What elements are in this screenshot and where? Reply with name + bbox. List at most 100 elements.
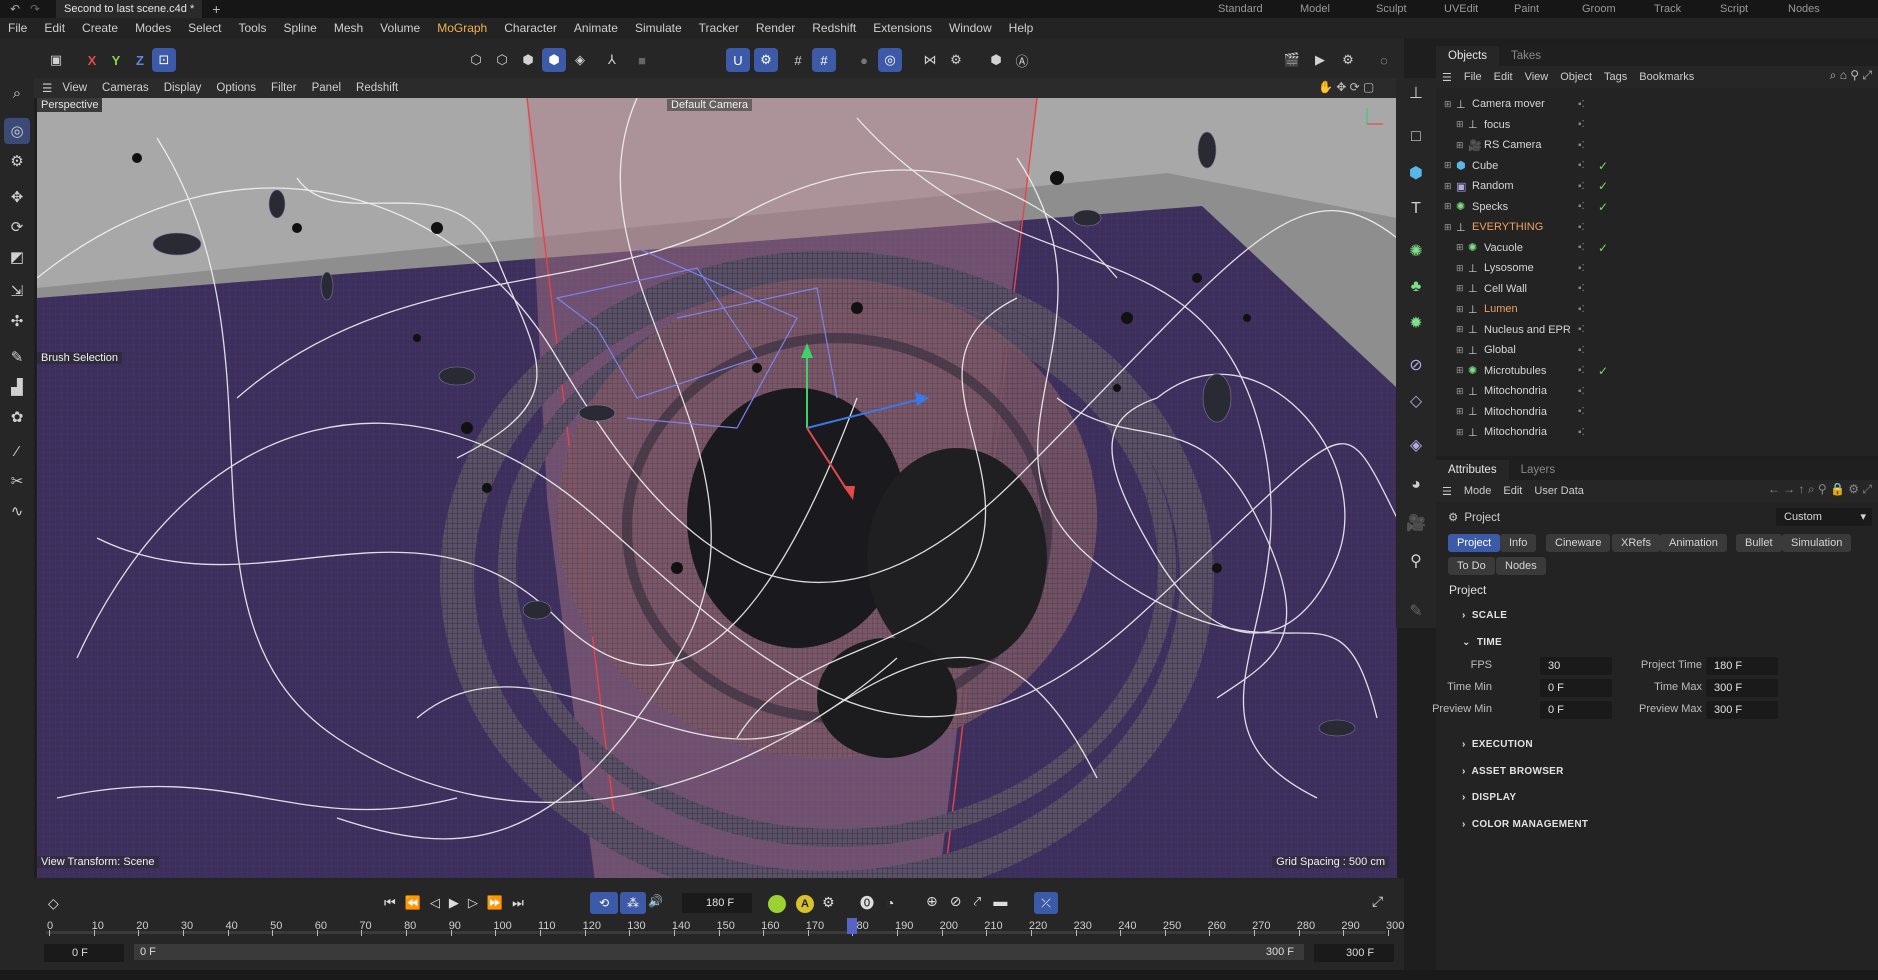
timeline-filter-icon[interactable]: ⤫ [1034,892,1058,914]
z-axis-lock-button[interactable]: Z [128,48,152,72]
tab-layers[interactable]: Layers [1509,460,1568,480]
playback-controls[interactable]: ⏮⏪◁▶▷⏩⏭ [384,895,533,911]
text-icon[interactable]: T [1403,196,1429,222]
menu-render[interactable]: Render [756,21,795,35]
visibility-toggle-icon[interactable]: ▪⁚ [1578,427,1585,438]
preset-dropdown[interactable]: Custom ▾ [1776,508,1872,526]
polygons-mode-icon[interactable]: ⬢ [516,48,540,72]
visibility-toggle-icon[interactable]: ▪⁚ [1578,386,1585,397]
sculpt-icon[interactable]: ✿ [4,404,30,430]
layout-tab-standard[interactable]: Standard [1218,3,1263,15]
menu-extensions[interactable]: Extensions [873,21,932,35]
menu-tracker[interactable]: Tracker [699,21,739,35]
preview-max-field[interactable]: 300 F [1706,701,1778,719]
prev-frame-icon[interactable]: ◁ [430,895,449,910]
expand-icon[interactable]: ⊞ [1456,386,1464,397]
menu-mograph[interactable]: MoGraph [437,21,487,35]
object-row[interactable]: ⊞ 🎥 RS Camera ▪⁚ [1436,135,1878,155]
next-frame-icon[interactable]: ▷ [468,895,487,910]
tab-objects[interactable]: Objects [1436,46,1499,66]
viewport-menu-icon[interactable]: ☰ [42,81,52,95]
preview-start-field[interactable]: 0 F [44,944,124,962]
time-max-field[interactable]: 300 F [1706,679,1778,697]
object-row[interactable]: ⊞ ⊥ EVERYTHING ▪⁚ [1436,217,1878,237]
menu-file[interactable]: File [8,21,27,35]
objects-menu-file[interactable]: File [1464,71,1482,83]
objects-menu-tags[interactable]: Tags [1604,71,1627,83]
menu-tools[interactable]: Tools [238,21,266,35]
expand-icon[interactable]: ⊞ [1444,99,1452,110]
attr-tab-cineware[interactable]: Cineware [1546,534,1611,552]
expand-icon[interactable]: ⊞ [1456,119,1464,130]
attr-tab-to-do[interactable]: To Do [1448,557,1495,575]
layout-tab-paint[interactable]: Paint [1514,3,1539,15]
object-row[interactable]: ⊞ ⬢ Cube ▪⁚ ✓ [1436,156,1878,176]
expand-icon[interactable]: ⊞ [1456,365,1464,376]
null-object-icon[interactable]: ⊥ [1403,80,1429,106]
object-row[interactable]: ⊞ ⊥ focus ▪⁚ [1436,115,1878,135]
lasso-icon[interactable]: ∿ [4,498,30,524]
auto-keying-icon[interactable]: A [796,895,814,913]
keyframe-settings-icon[interactable]: ⚙ [822,894,835,911]
keyframe-icon[interactable]: ◇ [48,895,59,912]
asset-browser-section[interactable]: › ASSET BROWSER [1462,766,1564,777]
record-rotation-icon[interactable]: ◔ [886,895,906,911]
point-level-icon[interactable]: ▬ [993,893,1019,909]
objects-menu-icon[interactable]: ☰ [1442,71,1452,84]
preview-range-bar[interactable]: 0 F 300 F [134,944,1304,960]
visibility-toggle-icon[interactable]: ▪⁚ [1578,242,1585,253]
viewport-nav-icons[interactable]: ✋ ✥ ⟳ ▢ [1318,80,1374,94]
display-section[interactable]: › DISPLAY [1462,792,1516,803]
menu-window[interactable]: Window [949,21,992,35]
snap-tools-icon[interactable]: ✣ [4,308,30,334]
camera-label[interactable]: Default Camera [667,99,753,111]
menu-help[interactable]: Help [1009,21,1034,35]
workplane-snap-icon[interactable]: # [812,48,836,72]
visibility-toggle-icon[interactable]: ▪⁚ [1578,304,1585,315]
rotate-icon[interactable]: ⟳ [4,214,30,240]
expand-icon[interactable]: ⊞ [1456,304,1464,315]
layout-tab-track[interactable]: Track [1654,3,1681,15]
record-tools[interactable]: ⓿◔ [860,893,906,913]
enabled-check-icon[interactable]: ✓ [1598,179,1608,193]
attributes-menu-mode[interactable]: Mode [1464,485,1492,497]
coordinate-system-icon[interactable]: ▣ [44,48,68,72]
environment-icon[interactable]: ◕ [1403,472,1429,498]
attr-tab-bullet[interactable]: Bullet [1736,534,1782,552]
pla-icon[interactable]: ⤤ [973,893,993,909]
menu-volume[interactable]: Volume [380,21,420,35]
prev-key-icon[interactable]: ⏪ [405,895,430,910]
attributes-nav-icons[interactable]: ← → ↑ ⌕ ⚲ 🔒 ⚙ ⤢ [1768,482,1872,497]
render-settings-icon[interactable]: ⚙ [1336,48,1360,72]
attributes-menu-edit[interactable]: Edit [1503,485,1522,497]
expand-icon[interactable]: ⊞ [1456,242,1464,253]
attr-tab-nodes[interactable]: Nodes [1496,557,1546,575]
next-key-icon[interactable]: ⏩ [487,895,512,910]
viewport-menu-view[interactable]: View [62,82,87,94]
transform-icon[interactable]: ⇲ [4,278,30,304]
object-row[interactable]: ⊞ ⊥ Mitochondria ▪⁚ [1436,381,1878,401]
sound-icon[interactable]: 🔊 [648,894,663,908]
layout-tab-uvedit[interactable]: UVEdit [1444,3,1478,15]
visibility-toggle-icon[interactable]: ▪⁚ [1578,99,1585,110]
layout-tab-sculpt[interactable]: Sculpt [1376,3,1407,15]
enabled-check-icon[interactable]: ✓ [1598,159,1608,173]
cloner-icon[interactable]: ♣ [1403,274,1429,300]
autokey-icon[interactable] [768,895,786,913]
expand-timeline-icon[interactable]: ⤢ [1372,893,1383,910]
expand-icon[interactable]: ⊞ [1444,160,1452,171]
playhead[interactable] [847,918,858,934]
tweak-icon[interactable]: ■ [630,48,654,72]
objects-menu-view[interactable]: View [1525,71,1549,83]
redshift-renderview-icon[interactable]: Ⓐ [1010,48,1034,72]
select-tools-icon[interactable]: ⚙ [4,148,30,174]
viewport-menu-filter[interactable]: Filter [271,82,297,94]
objects-toolbar-icons[interactable]: ⌕ ⌂ ⚲ ⤢ [1830,68,1872,83]
expand-icon[interactable]: ⊞ [1444,201,1452,212]
enabled-check-icon[interactable]: ✓ [1598,241,1608,255]
object-row[interactable]: ⊞ ⊥ Global ▪⁚ [1436,340,1878,360]
time-section[interactable]: ⌄ TIME [1462,637,1502,648]
visibility-toggle-icon[interactable]: ▪⁚ [1578,222,1585,233]
visibility-toggle-icon[interactable]: ▪⁚ [1578,181,1585,192]
expand-icon[interactable]: ⊞ [1456,283,1464,294]
